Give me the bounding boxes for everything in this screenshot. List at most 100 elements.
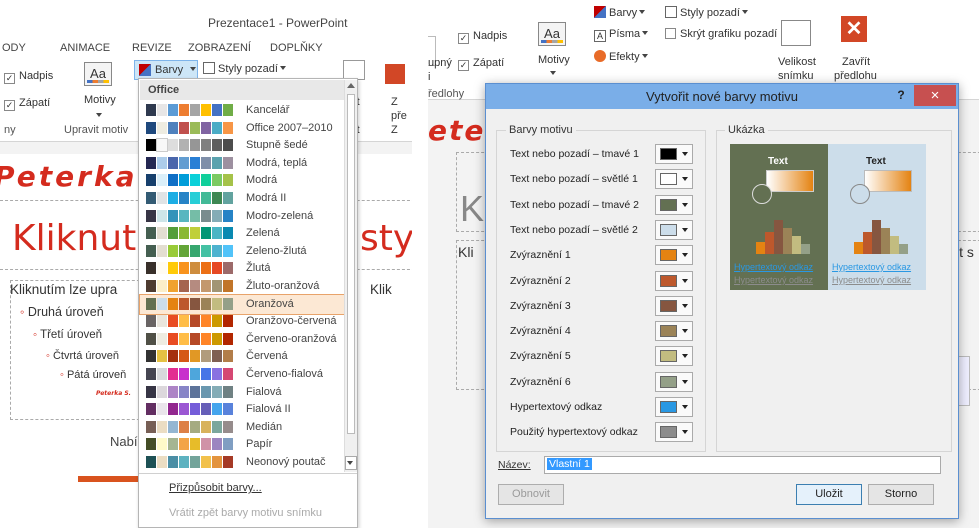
zapati-checkbox[interactable]: ✓ Zápatí xyxy=(458,57,504,71)
color-swatch xyxy=(201,280,211,292)
theme-color-item[interactable]: Kancelář xyxy=(140,101,344,120)
chevron-down-icon xyxy=(548,68,556,80)
help-button[interactable]: ? xyxy=(890,88,912,106)
color-swatch xyxy=(660,274,677,287)
ulozit-button[interactable]: Uložit xyxy=(796,484,862,505)
scroll-down-icon[interactable] xyxy=(345,456,357,470)
storno-button[interactable]: Storno xyxy=(868,484,934,505)
theme-color-item[interactable]: Červeno-oranžová xyxy=(140,330,344,349)
color-swatch xyxy=(157,104,167,116)
theme-color-item[interactable]: Modrá II xyxy=(140,189,344,208)
barvy-button[interactable]: Barvy xyxy=(134,60,198,80)
pisma-button[interactable]: A Písma xyxy=(594,28,649,42)
theme-color-item[interactable]: Červená xyxy=(140,347,344,366)
motivy-button[interactable]: Aa Motivy xyxy=(78,62,120,120)
theme-color-item[interactable]: Oranžovo-červená xyxy=(140,312,344,331)
color-picker-button[interactable] xyxy=(655,397,693,417)
theme-color-item[interactable]: Modrá xyxy=(140,171,344,190)
barvy-button[interactable]: Barvy xyxy=(594,6,646,19)
styly-pozadi-button[interactable]: Styly pozadí xyxy=(665,6,748,19)
nadpis-checkbox[interactable]: ✓ Nadpis xyxy=(4,70,53,84)
tab-revize[interactable]: REVIZE xyxy=(132,42,172,54)
theme-color-item[interactable]: Neonový poutač xyxy=(140,453,344,472)
tab-animace[interactable]: ANIMACE xyxy=(60,42,110,54)
barvy-label: Barvy xyxy=(155,64,184,76)
theme-color-label: Modrá xyxy=(246,174,278,187)
color-swatch xyxy=(157,280,167,292)
color-picker-button[interactable] xyxy=(655,169,693,190)
sample-link-light: Hypertextový odkaz xyxy=(832,262,912,272)
color-picker-button[interactable] xyxy=(655,295,693,316)
color-swatch xyxy=(190,104,200,116)
color-picker-button[interactable] xyxy=(655,321,693,342)
sample-bar-5 xyxy=(890,236,899,254)
scroll-thumb[interactable] xyxy=(347,94,355,434)
theme-color-item[interactable]: Žluto-oranžová xyxy=(140,277,344,296)
zapati-checkbox[interactable]: ✓ Zápatí xyxy=(4,97,50,111)
obnovit-button[interactable]: Obnovit xyxy=(498,484,564,505)
color-swatch xyxy=(179,368,189,380)
nadpis-checkbox[interactable]: ✓ Nadpis xyxy=(458,30,507,44)
theme-color-item[interactable]: Fialová xyxy=(140,383,344,402)
color-row-label: Zvýraznění 6 xyxy=(510,375,571,388)
theme-color-item[interactable]: Červeno-fialová xyxy=(140,365,344,384)
skryt-grafiku-checkbox[interactable]: Skrýt grafiku pozadí xyxy=(665,28,777,40)
color-swatch xyxy=(146,104,156,116)
color-swatch xyxy=(190,456,200,468)
theme-color-label: Office 2007–2010 xyxy=(246,121,333,134)
theme-color-item[interactable]: Stupně šedé xyxy=(140,136,344,155)
sample-circle xyxy=(850,184,870,204)
color-row-label: Text nebo pozadí – tmavé 1 xyxy=(510,148,639,160)
color-swatch xyxy=(201,174,211,187)
color-picker-button[interactable] xyxy=(655,144,693,164)
color-picker-button[interactable] xyxy=(655,219,693,240)
theme-color-item[interactable]: Oranžová xyxy=(139,293,345,315)
sample-bar-4 xyxy=(881,228,890,254)
color-swatch xyxy=(212,456,222,468)
close-master-icon[interactable]: ✕ xyxy=(841,16,867,42)
color-row-label: Zvýraznění 2 xyxy=(510,274,571,287)
sample-label: Ukázka xyxy=(725,124,768,136)
theme-icon: Aa xyxy=(538,22,566,46)
color-swatch xyxy=(223,209,233,222)
reset-colors-item[interactable]: Vrátit zpět barvy motivu snímku xyxy=(169,507,322,519)
name-field[interactable]: Vlastní 1 xyxy=(544,456,941,474)
theme-color-label: Fialová II xyxy=(246,403,291,416)
color-picker-button[interactable] xyxy=(655,422,693,443)
color-picker-button[interactable] xyxy=(655,371,693,392)
size-icon[interactable] xyxy=(343,60,365,80)
theme-color-item[interactable]: Zeleno-žlutá xyxy=(140,242,344,261)
dropdown-scrollbar[interactable] xyxy=(344,80,357,472)
motivy-button[interactable]: Aa Motivy xyxy=(532,22,574,80)
theme-color-item[interactable]: Zelená xyxy=(140,224,344,243)
color-swatch xyxy=(157,315,167,328)
close-button[interactable]: × xyxy=(914,85,956,106)
color-row: Zvýraznění 6 xyxy=(510,371,710,394)
theme-icon-bar xyxy=(87,80,109,83)
color-swatch xyxy=(179,350,189,363)
theme-color-item[interactable]: Papír xyxy=(140,435,344,454)
create-theme-colors-dialog: Vytvořit nové barvy motivu ? × Barvy mot… xyxy=(485,83,959,519)
theme-color-item[interactable]: Medián xyxy=(140,418,344,437)
customize-colors-item[interactable]: Přizpůsobit barvy... xyxy=(169,482,262,494)
color-picker-button[interactable] xyxy=(655,245,693,266)
level-3: ◦ Třetí úroveň xyxy=(33,329,102,341)
tab-zobrazeni[interactable]: ZOBRAZENÍ xyxy=(188,42,251,54)
efekty-button[interactable]: Efekty xyxy=(594,50,648,63)
theme-color-item[interactable]: Modrá, teplá xyxy=(140,154,344,173)
nadpis-label: Nadpis xyxy=(19,70,54,82)
theme-color-item[interactable]: Office 2007–2010 xyxy=(140,119,344,138)
color-picker-button[interactable] xyxy=(655,194,693,215)
tab-ody[interactable]: ODY xyxy=(2,42,26,54)
styly-pozadi-button[interactable]: Styly pozadí xyxy=(203,62,286,75)
scroll-up-icon[interactable] xyxy=(347,83,355,88)
theme-color-item[interactable]: Žlutá xyxy=(140,259,344,278)
tab-doplnky[interactable]: DOPLŇKY xyxy=(270,42,323,54)
close-master-icon[interactable] xyxy=(385,64,405,84)
layout-icons xyxy=(958,356,970,406)
color-picker-button[interactable] xyxy=(655,270,693,291)
color-picker-button[interactable] xyxy=(655,346,693,367)
theme-color-item[interactable]: Modro-zelená xyxy=(140,207,344,226)
theme-color-item[interactable]: Fialová II xyxy=(140,400,344,419)
slide-size-icon[interactable] xyxy=(781,20,811,46)
